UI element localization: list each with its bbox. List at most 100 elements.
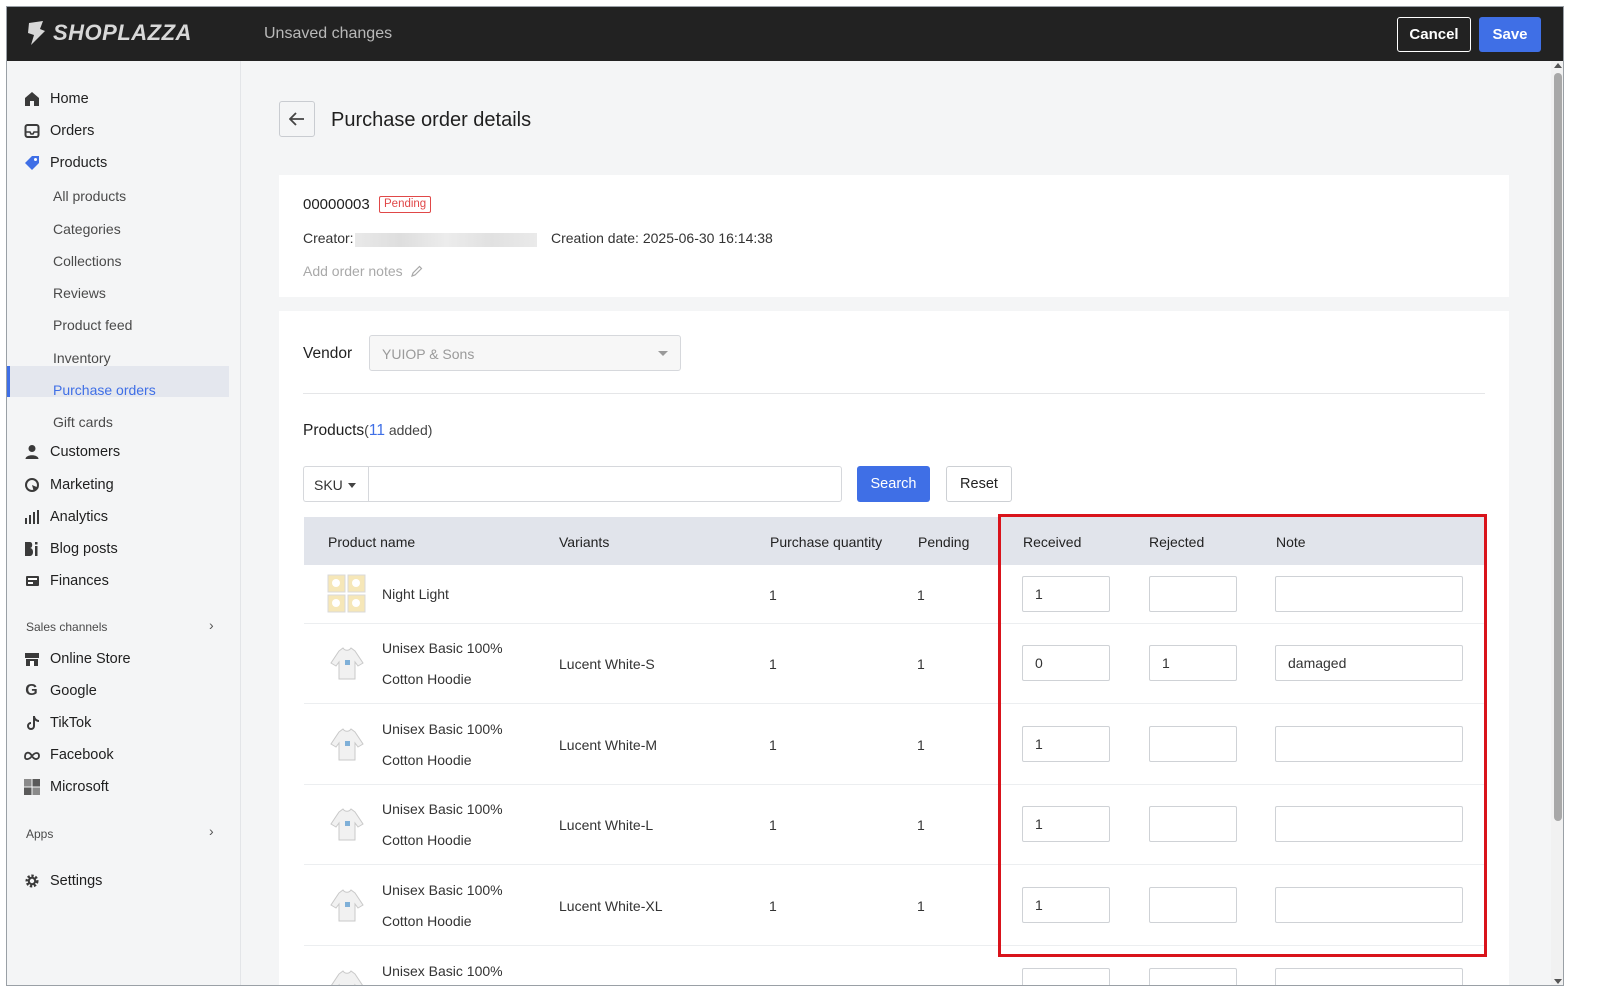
sidebar-sub-gift-cards[interactable]: Gift cards — [53, 414, 113, 430]
caret-down-icon — [658, 351, 668, 356]
pending-quantity: 1 — [917, 587, 925, 603]
top-bar: SHOPLAZZA Unsaved changes Cancel Save — [7, 7, 1563, 61]
hoodie-thumbnail — [330, 647, 364, 680]
sidebar-item-google[interactable]: G Google — [23, 679, 97, 703]
variant: Lucent White-L — [559, 817, 654, 833]
sidebar-item-microsoft[interactable]: Microsoft — [23, 775, 109, 799]
order-summary-card: 00000003 Pending Creator: Creation date:… — [279, 175, 1509, 297]
sidebar-sub-product-feed[interactable]: Product feed — [53, 317, 132, 333]
sidebar-sub-inventory[interactable]: Inventory — [53, 350, 111, 366]
sidebar-item-label: Marketing — [50, 477, 114, 493]
sidebar-item-products[interactable]: Products — [23, 151, 107, 175]
pencil-icon — [410, 265, 422, 277]
scroll-down-arrow-icon[interactable] — [1554, 979, 1562, 984]
sales-channels-label[interactable]: Sales channels — [26, 620, 107, 634]
variant: Lucent White-XL — [559, 898, 663, 914]
variant: Lucent White-M — [559, 737, 658, 753]
product-name: Night Light — [382, 586, 449, 602]
sidebar-item-label: Settings — [50, 873, 103, 889]
sidebar-item-label: Customers — [50, 444, 121, 460]
back-button[interactable] — [279, 101, 315, 137]
sidebar-item-settings[interactable]: Settings — [23, 869, 102, 893]
received-input[interactable] — [1022, 968, 1110, 985]
pending-quantity: 1 — [917, 898, 925, 914]
tag-icon — [23, 155, 40, 172]
sidebar-item-marketing[interactable]: Marketing — [23, 473, 114, 497]
sidebar-sub-categories[interactable]: Categories — [53, 221, 121, 237]
gear-icon — [23, 873, 40, 890]
vendor-value: YUIOP & Sons — [382, 346, 475, 362]
person-icon — [23, 444, 40, 461]
google-icon: G — [25, 682, 38, 699]
vendor-select[interactable]: YUIOP & Sons — [369, 335, 681, 371]
pending-quantity: 1 — [917, 656, 925, 672]
sidebar-item-blog-posts[interactable]: Blog posts — [23, 537, 118, 561]
product-name-line2: Cotton Hoodie — [382, 671, 472, 687]
chevron-right-icon[interactable]: › — [209, 823, 214, 839]
highlight-box — [998, 514, 1487, 957]
sidebar-item-label: TikTok — [50, 715, 92, 731]
order-number: 00000003 — [303, 196, 370, 213]
save-button[interactable]: Save — [1479, 17, 1541, 52]
apps-label[interactable]: Apps — [26, 827, 53, 841]
scroll-up-arrow-icon[interactable] — [1554, 63, 1562, 68]
purchase-quantity: 1 — [769, 587, 777, 603]
scroll-thumb[interactable] — [1554, 73, 1562, 821]
sidebar-item-label: Online Store — [50, 651, 131, 667]
sidebar-item-analytics[interactable]: Analytics — [23, 505, 108, 529]
hoodie-thumbnail — [330, 808, 364, 841]
caret-down-icon — [348, 483, 356, 488]
sidebar-item-label: Blog posts — [50, 541, 118, 557]
sidebar-sub-all-products[interactable]: All products — [53, 188, 126, 204]
pending-quantity: 1 — [917, 737, 925, 753]
sidebar-sub-reviews[interactable]: Reviews — [53, 285, 106, 301]
note-input[interactable] — [1275, 968, 1463, 985]
purchase-quantity: 1 — [769, 817, 777, 833]
header-variants: Variants — [559, 534, 610, 550]
sidebar-sub-collections[interactable]: Collections — [53, 253, 121, 269]
products-heading: Products(11 added) — [303, 422, 432, 440]
marketing-icon — [23, 477, 40, 494]
search-button[interactable]: Search — [857, 466, 930, 502]
shoplazza-logo[interactable]: SHOPLAZZA — [25, 20, 192, 46]
sidebar-item-label: Products — [50, 155, 108, 171]
product-name-line1: Unisex Basic 100% — [382, 882, 503, 898]
sidebar-item-label: Microsoft — [50, 779, 109, 795]
sidebar-item-tiktok[interactable]: TikTok — [23, 711, 91, 735]
inbox-icon — [23, 123, 40, 140]
bar-chart-icon — [23, 509, 40, 526]
chevron-right-icon[interactable]: › — [209, 617, 214, 633]
sidebar-item-home[interactable]: Home — [23, 87, 89, 111]
product-name-line2: Cotton Hoodie — [382, 752, 472, 768]
sidebar-item-label: Orders — [50, 123, 95, 139]
products-label: Products — [303, 422, 365, 439]
sidebar-item-label: Google — [50, 683, 97, 699]
sidebar-item-finances[interactable]: Finances — [23, 569, 109, 593]
sku-filter-select[interactable]: SKU — [303, 466, 368, 502]
shoplazza-logo-icon — [28, 21, 45, 45]
sidebar-item-customers[interactable]: Customers — [23, 440, 120, 464]
sidebar-sub-purchase-orders[interactable]: Purchase orders — [53, 382, 156, 398]
arrow-left-icon — [289, 112, 304, 126]
product-name-line2: Cotton Hoodie — [382, 832, 472, 848]
creation-date: Creation date: 2025-06-30 16:14:38 — [551, 230, 773, 246]
page-scrollbar[interactable] — [1551, 61, 1563, 985]
creator-label: Creator: — [303, 230, 354, 246]
purchase-quantity: 1 — [769, 656, 777, 672]
sidebar-item-online-store[interactable]: Online Store — [23, 647, 131, 671]
hoodie-thumbnail — [331, 970, 363, 985]
product-name-line1: Unisex Basic 100% — [382, 963, 503, 979]
sidebar-item-orders[interactable]: Orders — [23, 119, 94, 143]
rejected-input[interactable] — [1149, 968, 1237, 985]
search-input[interactable] — [368, 466, 842, 502]
meta-icon — [23, 747, 40, 764]
logo-text: SHOPLAZZA — [53, 20, 192, 45]
sku-select-value: SKU — [314, 477, 343, 493]
blog-icon — [23, 541, 40, 558]
purchase-quantity: 1 — [769, 737, 777, 753]
sidebar-item-facebook[interactable]: Facebook — [23, 743, 114, 767]
add-order-notes[interactable]: Add order notes — [303, 263, 423, 279]
reset-button[interactable]: Reset — [946, 466, 1012, 502]
add-order-notes-label: Add order notes — [303, 263, 403, 279]
cancel-button[interactable]: Cancel — [1397, 17, 1471, 52]
